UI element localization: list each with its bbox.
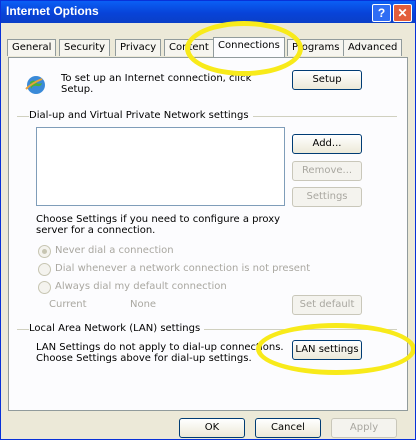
choose-settings-line2: server for a connection. [36, 225, 156, 236]
remove-button[interactable]: Remove... [292, 161, 362, 181]
always-dial-label: Always dial my default connection [55, 281, 227, 292]
title-bar[interactable]: Internet Options ? ✕ [1, 1, 415, 23]
help-icon: ? [377, 6, 386, 20]
close-icon: ✕ [397, 6, 408, 20]
add-button[interactable]: Add... [292, 134, 362, 154]
dial-whenever-radio[interactable] [38, 263, 51, 276]
radio-selected-dot [42, 249, 47, 254]
connections-list[interactable] [36, 127, 285, 206]
tab-content[interactable]: Content [164, 39, 214, 56]
lan-settings-button[interactable]: LAN settings [292, 340, 362, 360]
apply-button[interactable]: Apply [331, 418, 397, 438]
help-button[interactable]: ? [372, 4, 391, 22]
close-button[interactable]: ✕ [393, 4, 412, 22]
ok-button[interactable]: OK [179, 418, 245, 438]
current-value: None [130, 299, 157, 310]
connections-panel: To set up an Internet connection, click … [8, 57, 408, 411]
never-dial-label: Never dial a connection [55, 245, 174, 256]
never-dial-radio[interactable] [38, 245, 51, 258]
tab-security[interactable]: Security [59, 39, 111, 56]
dial-whenever-label: Dial whenever a network connection is no… [55, 263, 311, 274]
always-dial-radio[interactable] [38, 281, 51, 294]
tab-advanced[interactable]: Advanced [343, 39, 403, 56]
cancel-button[interactable]: Cancel [255, 418, 321, 438]
dialup-group-title: Dial-up and Virtual Private Network sett… [29, 110, 253, 121]
tab-programs[interactable]: Programs [287, 39, 345, 56]
set-default-button[interactable]: Set default [292, 295, 362, 315]
lan-text-line2: Choose Settings above for dial-up settin… [36, 353, 252, 364]
globe-icon [25, 76, 45, 94]
setup-text-line2: Setup. [61, 84, 94, 95]
setup-button[interactable]: Setup [292, 70, 362, 90]
current-label: Current [49, 299, 87, 310]
tab-general[interactable]: General [7, 39, 57, 56]
window-title: Internet Options [6, 4, 99, 18]
tab-connections[interactable]: Connections [213, 37, 285, 57]
settings-button[interactable]: Settings [292, 187, 362, 207]
tab-privacy[interactable]: Privacy [115, 39, 162, 56]
lan-group-title: Local Area Network (LAN) settings [29, 323, 205, 334]
internet-options-window: Internet Options ? ✕ General Security Pr… [0, 0, 416, 440]
